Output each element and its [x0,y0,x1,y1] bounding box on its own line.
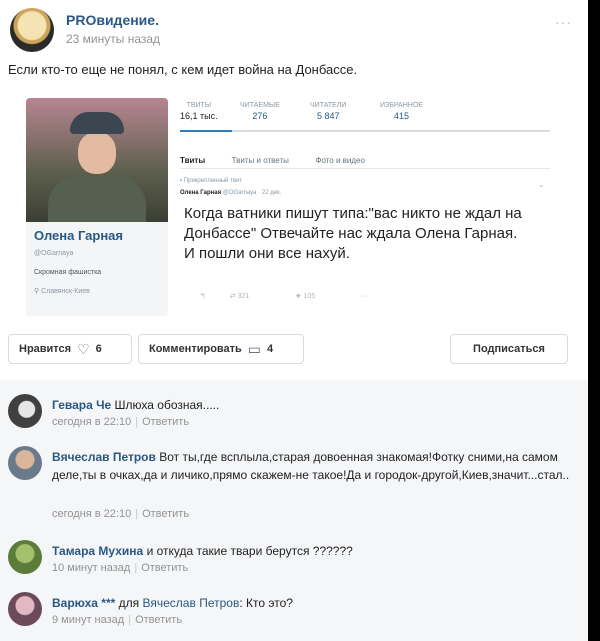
subscribe-button[interactable]: Подписаться [450,334,568,364]
author-avatar[interactable] [10,8,54,52]
comment-author[interactable]: Варюха *** [52,596,115,610]
avatar[interactable] [8,540,42,574]
post-text: Если кто-то еще не понял, с кем идет вой… [8,62,358,77]
tab-media: Фото и видео [315,156,365,165]
more-icon: ··· [361,293,369,300]
avatar[interactable] [8,592,42,626]
reply-link[interactable]: Ответить [142,416,189,428]
post-time[interactable]: 23 минуты назад [66,32,160,46]
post-author[interactable]: PROвидение. [66,12,159,28]
heart-icon: ♡ [77,340,90,357]
reply-to-user[interactable]: Вячеслав Петров [143,596,240,610]
comment-author[interactable]: Гевара Че [52,398,111,412]
tweet-text: Когда ватники пишут типа:"вас никто не ж… [184,205,522,262]
comment-text: Шлюха обозная..... [114,398,220,412]
like-count: 6 [95,343,102,355]
tab-tweets: Твиты [180,156,206,165]
profile-name: Олена Гарная [34,228,123,243]
profile-photo [26,98,168,222]
reply-link[interactable]: Ответить [141,562,188,574]
post-card: PROвидение. 23 минуты назад ··· Если кто… [0,0,588,641]
avatar[interactable] [8,394,42,428]
comment-count: 4 [267,343,274,355]
tweet-actions: ↰ ⇄ 321 ★ 105 ··· [200,292,390,300]
stat-favorites: ИЗБРАННОЕ 415 [380,102,423,121]
profile-location: ⚲ Славянск-Киев [34,288,90,295]
embedded-twitter-screenshot[interactable]: Олена Гарная @OGarnaya Скромная фашистка… [8,86,578,324]
comment-author[interactable]: Тамара Мухина [52,544,143,558]
reply-to-word: для [118,596,140,610]
like-button[interactable]: Нравится ♡ 6 [8,334,132,364]
tabs-divider [180,168,550,169]
profile-tabs: Твиты Твиты и ответы Фото и видео [180,150,387,168]
stats-divider [180,130,550,132]
reply-link[interactable]: Ответить [135,614,182,626]
comments-section: Гевара Че Шлюха обозная..... сегодня в 2… [0,380,588,641]
tweet-author: Олена Гарная @OGarnaya · 22 дек. [180,190,282,196]
chevron-down-icon: ⌄ [538,180,545,189]
comment-time[interactable]: 9 минут назад [52,614,124,626]
retweet-count: ⇄ 321 [229,293,250,300]
more-options-icon[interactable]: ··· [555,14,572,30]
comment-text: Кто это? [245,596,293,610]
comment-author[interactable]: Вячеслав Петров [52,450,156,464]
profile-stats: ТВИТЫ 16,1 тыс. ЧИТАЕМЫЕ 276 ЧИТАТЕЛИ 5 847… [180,102,550,132]
reply-icon: ↰ [200,293,206,300]
stat-following: ЧИТАЕМЫЕ 276 [240,102,280,121]
post-header: PROвидение. 23 минуты назад ··· [8,6,578,54]
reply-link[interactable]: Ответить [142,508,189,520]
stat-tweets: ТВИТЫ 16,1 тыс. [180,102,218,121]
comment-time[interactable]: сегодня в 22:10 [52,416,131,428]
comment-time[interactable]: сегодня в 22:10 [52,508,131,520]
speech-bubble-icon: ▭ [247,340,262,357]
twitter-profile-card: Олена Гарная @OGarnaya Скромная фашистка… [26,98,168,316]
avatar[interactable] [8,446,42,480]
stat-followers: ЧИТАТЕЛИ 5 847 [310,102,347,121]
comment-text: и откуда такие твари берутся ?????? [146,544,353,558]
tab-tweets-replies: Твиты и ответы [231,156,289,165]
profile-bio: Скромная фашистка [34,269,102,276]
comment-time[interactable]: 10 минут назад [52,562,130,574]
comment-button[interactable]: Комментировать ▭ 4 [138,334,304,364]
favorite-count: ★ 105 [295,293,316,300]
pinned-tweet-label: ▪ Прикрепленный твит [180,178,243,184]
profile-handle: @OGarnaya [34,250,74,257]
